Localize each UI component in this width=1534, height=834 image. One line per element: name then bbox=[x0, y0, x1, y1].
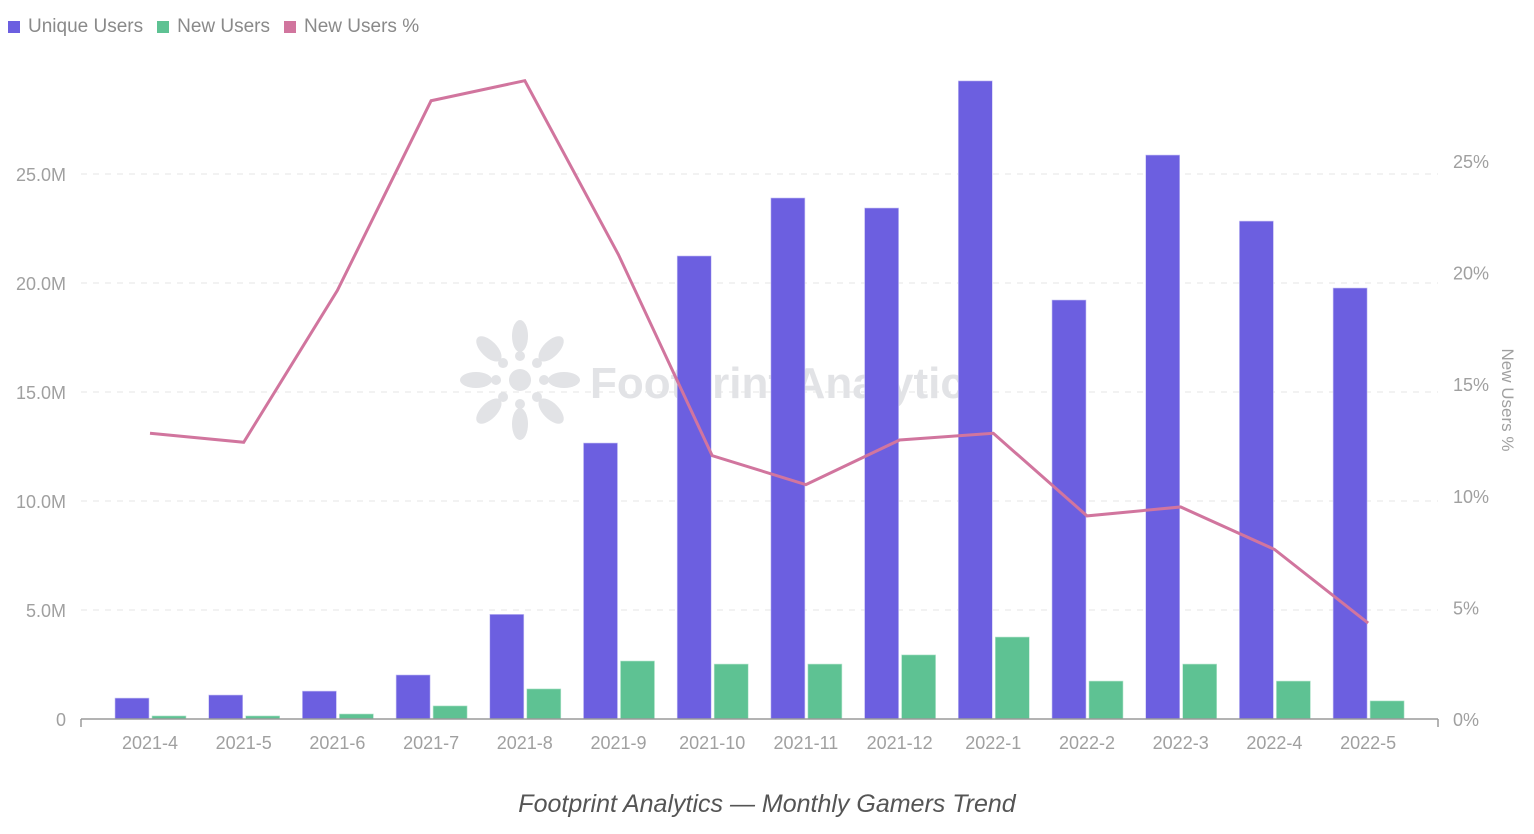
bar-new-users bbox=[901, 654, 936, 720]
x-tick-label: 2021-11 bbox=[774, 733, 839, 753]
legend-item-unique-users[interactable]: Unique Users bbox=[8, 16, 143, 38]
logo-dot bbox=[515, 399, 525, 409]
bar-new-users bbox=[1276, 680, 1311, 720]
footprint-logo-icon bbox=[460, 320, 580, 440]
y-tick-label: 25.0M bbox=[16, 165, 66, 185]
x-tick-label: 2021-4 bbox=[122, 733, 178, 753]
legend-item-new-users-pct[interactable]: New Users % bbox=[284, 16, 419, 38]
bar-unique-users bbox=[302, 690, 337, 720]
logo-petal bbox=[548, 372, 580, 388]
legend-label: New Users % bbox=[304, 16, 420, 37]
bar-unique-users bbox=[208, 694, 243, 720]
bar-new-users bbox=[620, 660, 655, 720]
bar-unique-users bbox=[770, 197, 806, 720]
logo-dot bbox=[515, 351, 525, 361]
y-tick-label: 0 bbox=[56, 710, 66, 730]
legend-item-new-users[interactable]: New Users bbox=[157, 16, 270, 38]
chart-canvas: Footprint Analytics 0 5.0M 10.0M 15.0M 20.0M… bbox=[16, 78, 1517, 753]
bar-unique-users bbox=[1332, 287, 1368, 720]
x-tick-label: 2021-5 bbox=[216, 733, 272, 753]
bar-new-users bbox=[994, 636, 1030, 720]
bar-unique-users bbox=[114, 697, 150, 720]
watermark: Footprint Analytics bbox=[460, 320, 989, 440]
y-tick-label: 15.0M bbox=[16, 383, 66, 403]
x-tick-label: 2021-8 bbox=[497, 733, 553, 753]
y2-tick-label: 20% bbox=[1453, 264, 1489, 284]
x-tick-label: 2021-12 bbox=[867, 733, 933, 753]
left-axis-ticks: 0 5.0M 10.0M 15.0M 20.0M 25.0M bbox=[16, 165, 66, 730]
x-tick-label: 2022-1 bbox=[965, 733, 1021, 753]
x-axis-ticks: 2021-4 2021-5 2021-6 2021-7 2021-8 2021-9 2021… bbox=[122, 733, 1396, 753]
bar-new-users bbox=[1088, 680, 1124, 720]
right-axis-ticks: 0% 5% 10% 15% 20% 25% bbox=[1453, 152, 1489, 730]
bar-new-users bbox=[1182, 663, 1217, 720]
x-tick-label: 2022-4 bbox=[1246, 733, 1302, 753]
logo-petal bbox=[512, 408, 528, 440]
y2-tick-label: 5% bbox=[1453, 598, 1479, 618]
bar-new-users bbox=[432, 705, 468, 720]
x-tick-label: 2021-10 bbox=[679, 733, 745, 753]
legend: Unique Users New Users New Users % bbox=[8, 16, 433, 38]
y2-tick-label: 10% bbox=[1453, 487, 1489, 507]
axes bbox=[80, 718, 1439, 727]
x-tick-label: 2021-9 bbox=[590, 733, 646, 753]
bar-new-users bbox=[339, 713, 374, 720]
y2-tick-label: 15% bbox=[1453, 375, 1489, 395]
x-tick-label: 2021-6 bbox=[309, 733, 365, 753]
new-users-swatch-icon bbox=[157, 21, 170, 33]
chart-caption: Footprint Analytics — Monthly Gamers Tre… bbox=[518, 790, 1016, 818]
logo-center bbox=[509, 369, 531, 391]
logo-petal bbox=[460, 372, 492, 388]
bar-unique-users bbox=[957, 80, 993, 720]
unique-users-swatch-icon bbox=[8, 21, 20, 33]
y-tick-label: 20.0M bbox=[16, 274, 66, 294]
bar-unique-users bbox=[864, 207, 899, 720]
x-tick-label: 2022-5 bbox=[1340, 733, 1396, 753]
line-new-users-pct bbox=[149, 78, 1370, 625]
bar-unique-users bbox=[395, 674, 431, 720]
right-axis-title: New Users % bbox=[1498, 349, 1517, 452]
logo-dot bbox=[491, 375, 501, 385]
bar-unique-users bbox=[1239, 220, 1274, 720]
bar-unique-users bbox=[583, 442, 618, 720]
bar-new-users bbox=[526, 688, 562, 720]
y2-tick-label: 25% bbox=[1453, 152, 1489, 172]
x-tick-label: 2022-3 bbox=[1153, 733, 1209, 753]
logo-petal bbox=[512, 320, 528, 352]
x-tick-label: 2022-2 bbox=[1059, 733, 1115, 753]
bar-unique-users bbox=[676, 255, 712, 720]
bar-unique-users bbox=[489, 614, 525, 720]
line-group bbox=[149, 78, 1370, 625]
new-users-pct-swatch-icon bbox=[284, 21, 297, 33]
y-tick-label: 10.0M bbox=[16, 492, 66, 512]
bar-new-users bbox=[713, 663, 749, 720]
bar-unique-users bbox=[1145, 154, 1180, 720]
logo-dot bbox=[539, 375, 549, 385]
legend-label: Unique Users bbox=[28, 16, 144, 37]
legend-label: New Users bbox=[177, 16, 271, 37]
y-tick-label: 5.0M bbox=[26, 601, 66, 621]
bar-new-users bbox=[1369, 700, 1405, 720]
bar-new-users bbox=[807, 663, 843, 720]
y2-tick-label: 0% bbox=[1453, 710, 1479, 730]
x-tick-label: 2021-7 bbox=[403, 733, 459, 753]
